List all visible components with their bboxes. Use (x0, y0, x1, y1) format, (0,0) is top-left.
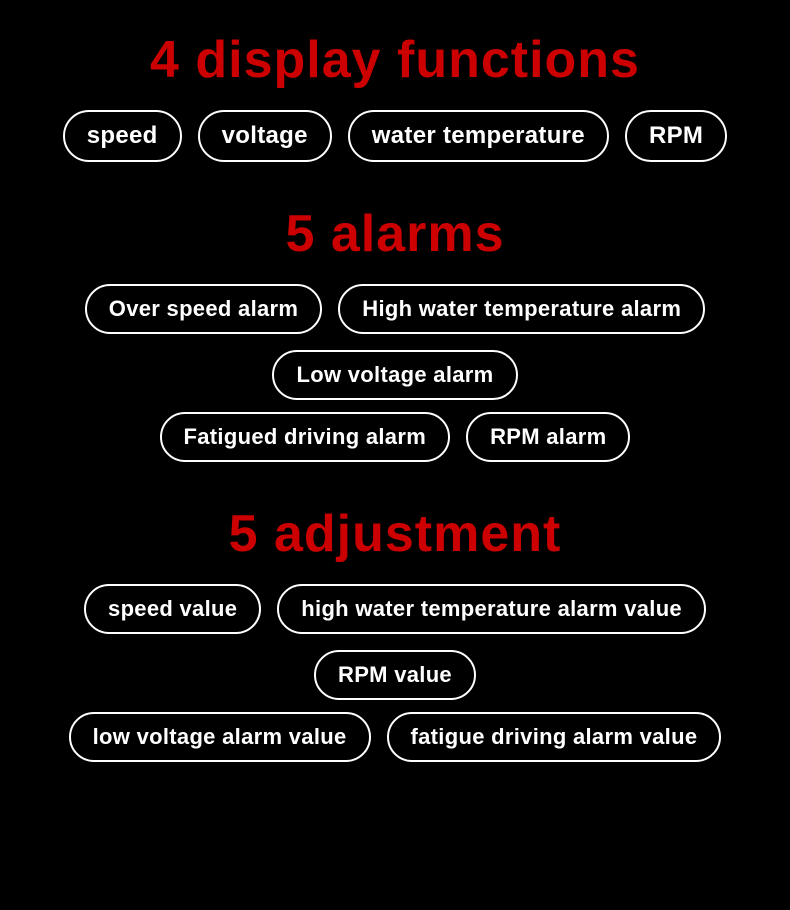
badge-low-voltage-alarm: Low voltage alarm (272, 350, 517, 400)
badge-speed-value: speed value (84, 584, 261, 634)
alarms-title: 5 alarms (285, 204, 504, 264)
display-title: 4 display functions (150, 30, 640, 90)
badge-speed: speed (63, 110, 182, 162)
badge-rpm: RPM (625, 110, 727, 162)
badge-high-water-temp-alarm-value: high water temperature alarm value (277, 584, 706, 634)
badge-over-speed-alarm: Over speed alarm (85, 284, 322, 334)
adjustment-title: 5 adjustment (229, 504, 562, 564)
badge-rpm-alarm: RPM alarm (466, 412, 630, 462)
badge-fatigued-driving-alarm: Fatigued driving alarm (160, 412, 451, 462)
badge-high-water-temp-alarm: High water temperature alarm (338, 284, 705, 334)
display-section: 4 display functions speed voltage water … (0, 0, 790, 174)
adjustment-badges-row1: speed value high water temperature alarm… (0, 584, 790, 700)
adjustment-badges-row2: low voltage alarm value fatigue driving … (0, 712, 790, 762)
alarms-badges-row2: Fatigued driving alarm RPM alarm (0, 412, 790, 462)
badge-rpm-value: RPM value (314, 650, 476, 700)
adjustment-section: 5 adjustment speed value high water temp… (0, 484, 790, 774)
badge-voltage: voltage (198, 110, 332, 162)
badge-water-temperature: water temperature (348, 110, 609, 162)
alarms-badges-row1: Over speed alarm High water temperature … (0, 284, 790, 400)
alarms-section: 5 alarms Over speed alarm High water tem… (0, 184, 790, 474)
badge-low-voltage-alarm-value: low voltage alarm value (69, 712, 371, 762)
badge-fatigue-driving-alarm-value: fatigue driving alarm value (387, 712, 722, 762)
display-badges-row: speed voltage water temperature RPM (0, 110, 790, 162)
